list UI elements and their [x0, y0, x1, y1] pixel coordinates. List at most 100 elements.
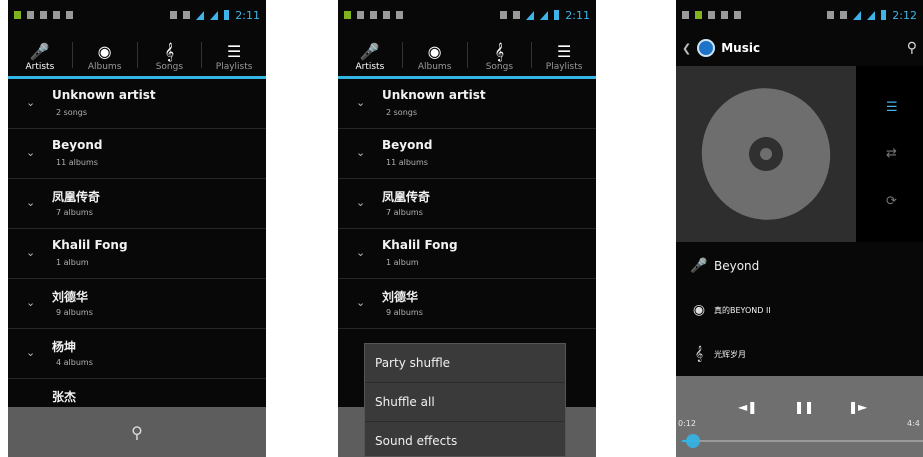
artist-count: 11 albums	[386, 158, 428, 167]
chevron-down-icon[interactable]: ⌄	[26, 296, 35, 309]
tab-albums[interactable]: ◉ Albums	[73, 30, 137, 76]
action-bar: ❮ Music ⚲	[676, 30, 923, 66]
alarm-icon	[840, 11, 848, 19]
list-item[interactable]: ⌄ 杨坤 4 albums	[8, 329, 266, 379]
tab-label: Artists	[25, 62, 55, 72]
alarm-icon	[183, 11, 191, 19]
artist-list: ⌄ Unknown artist 2 songs ⌄ Beyond 11 alb…	[338, 79, 596, 329]
list-icon: ☰	[226, 42, 242, 61]
list-item[interactable]: ⌄ Khalil Fong 1 album	[8, 229, 266, 279]
tab-playlists[interactable]: ☰ Playlists	[532, 30, 596, 76]
pause-icon[interactable]: ❚❚	[794, 400, 814, 414]
tab-songs[interactable]: 𝄞 Songs	[468, 30, 532, 76]
artist-row: 🎤 Beyond	[676, 244, 923, 288]
options-menu: Party shuffle Shuffle all Sound effects	[364, 343, 566, 457]
artist-name: Khalil Fong	[52, 238, 128, 252]
tab-artists[interactable]: 🎤 Artists	[8, 30, 72, 79]
menu-item-shuffle-all[interactable]: Shuffle all	[365, 383, 565, 422]
seek-thumb[interactable]	[686, 434, 700, 448]
status-time: 2:11	[235, 8, 260, 22]
tab-artists[interactable]: 🎤 Artists	[338, 30, 402, 79]
chevron-down-icon[interactable]: ⌄	[26, 246, 35, 259]
tab-label: Albums	[417, 62, 452, 72]
chevron-down-icon[interactable]: ⌄	[26, 96, 35, 109]
back-icon[interactable]: ❮	[682, 42, 691, 55]
tab-playlists[interactable]: ☰ Playlists	[202, 30, 266, 76]
disc-icon: ◉	[97, 42, 112, 61]
search-icon[interactable]: ⚲	[907, 40, 917, 56]
queue-list-icon[interactable]: ☰	[886, 100, 898, 115]
notification-icon	[708, 11, 715, 19]
status-bar: 2:11	[338, 0, 596, 30]
chevron-down-icon[interactable]: ⌄	[356, 196, 365, 209]
wifi-icon	[196, 10, 205, 20]
artist-name: Beyond	[714, 259, 760, 273]
artist-count: 2 songs	[56, 108, 88, 117]
signal-icon	[540, 10, 549, 20]
artist-name: 张杰	[52, 390, 77, 404]
music-note-icon: 𝄞	[164, 42, 175, 61]
disc-icon	[684, 71, 848, 237]
list-item[interactable]: ⌄ Unknown artist 2 songs	[338, 79, 596, 129]
chevron-down-icon[interactable]: ⌄	[356, 246, 365, 259]
list-item[interactable]: ⌄ Khalil Fong 1 album	[338, 229, 596, 279]
tab-label: Playlists	[215, 62, 253, 72]
battery-icon	[881, 10, 887, 20]
notification-icon	[383, 11, 390, 19]
chevron-down-icon[interactable]: ⌄	[26, 146, 35, 159]
artist-name: Unknown artist	[52, 88, 156, 102]
phone-artists-menu: 2:11 🎤 Artists ◉ Albums 𝄞 Songs ☰ Playli…	[338, 0, 596, 457]
tab-bar: 🎤 Artists ◉ Albums 𝄞 Songs ☰ Playlists	[338, 30, 596, 79]
vibrate-icon	[500, 11, 508, 19]
music-note-icon: 𝄞	[694, 346, 704, 362]
tab-label: Songs	[485, 62, 514, 72]
music-app-icon[interactable]	[697, 39, 716, 57]
artist-name: Unknown artist	[382, 88, 486, 102]
menu-item-sound-effects[interactable]: Sound effects	[365, 422, 565, 457]
page-title: Music	[721, 41, 761, 55]
list-item[interactable]: ⌄ Unknown artist 2 songs	[8, 79, 266, 129]
previous-icon[interactable]: ◄❚	[738, 400, 757, 414]
list-item[interactable]: ⌄ 凤凰传奇 7 albums	[338, 179, 596, 229]
list-item[interactable]: ⌄ 凤凰传奇 7 albums	[8, 179, 266, 229]
list-icon: ☰	[556, 42, 572, 61]
artist-count: 11 albums	[56, 158, 98, 167]
alarm-icon	[513, 11, 521, 19]
list-item[interactable]: ⌄ Beyond 11 albums	[8, 129, 266, 179]
tab-songs[interactable]: 𝄞 Songs	[138, 30, 202, 76]
music-note-icon: 𝄞	[494, 42, 505, 61]
usb-icon	[721, 11, 728, 19]
tab-label: Artists	[355, 62, 385, 72]
usb-icon	[370, 11, 377, 19]
battery-icon	[554, 10, 560, 20]
tab-albums[interactable]: ◉ Albums	[403, 30, 467, 76]
chevron-down-icon[interactable]: ⌄	[26, 196, 35, 209]
total-time: 4:4	[907, 419, 920, 428]
next-icon[interactable]: ❚►	[848, 400, 867, 414]
signal-icon	[867, 10, 876, 20]
list-item[interactable]: ⌄ 刘德华 9 albums	[338, 279, 596, 329]
chevron-down-icon[interactable]: ⌄	[356, 96, 365, 109]
artist-list: ⌄ Unknown artist 2 songs ⌄ Beyond 11 alb…	[8, 79, 266, 429]
list-item[interactable]: ⌄ Beyond 11 albums	[338, 129, 596, 179]
album-row: ◉ 真的BEYOND II	[676, 288, 923, 332]
artist-count: 9 albums	[386, 308, 423, 317]
wifi-icon	[526, 10, 535, 20]
artist-name: 刘德华	[52, 290, 89, 304]
chevron-down-icon[interactable]: ⌄	[26, 346, 35, 359]
list-item[interactable]: ⌄ 刘德华 9 albums	[8, 279, 266, 329]
notification-icon	[344, 11, 351, 19]
battery-icon	[224, 10, 230, 20]
artist-count: 7 albums	[386, 208, 423, 217]
shuffle-icon[interactable]: ⇄	[886, 146, 897, 161]
chevron-down-icon[interactable]: ⌄	[356, 146, 365, 159]
chevron-down-icon[interactable]: ⌄	[356, 296, 365, 309]
playback-controls: ◄❚ ❚❚ ❚► 0:12 4:4	[676, 376, 923, 457]
vibrate-icon	[170, 11, 178, 19]
search-icon[interactable]: ⚲	[131, 423, 143, 442]
menu-item-party-shuffle[interactable]: Party shuffle	[365, 344, 565, 383]
seek-bar[interactable]	[682, 440, 923, 442]
artist-name: 杨坤	[52, 340, 77, 354]
repeat-icon[interactable]: ⟳	[886, 194, 897, 209]
notification-icon	[53, 11, 60, 19]
